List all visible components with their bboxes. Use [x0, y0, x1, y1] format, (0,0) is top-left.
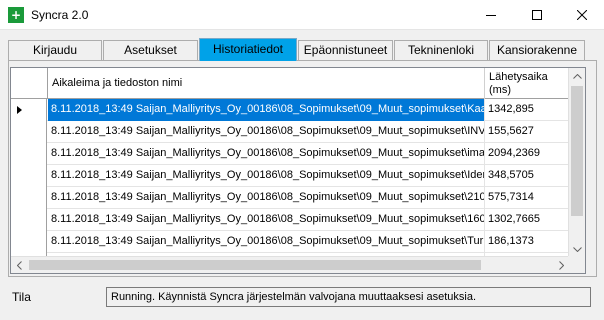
cell-time[interactable]: 1302,7665	[485, 209, 572, 231]
cell-name[interactable]: 8.11.2018_13:49 Saijan_Malliyritys_Oy_00…	[48, 165, 485, 187]
cell-name[interactable]: 8.11.2018_13:49 Saijan_Malliyritys_Oy_00…	[48, 209, 485, 231]
table-row[interactable]: 8.11.2018_13:49 Saijan_Malliyritys_Oy_00…	[11, 187, 585, 209]
chevron-right-icon	[559, 261, 564, 270]
title-bar: + Syncra 2.0	[0, 0, 604, 30]
row-header[interactable]	[11, 165, 47, 187]
history-grid[interactable]: Aikaleima ja tiedoston nimi Lähetysaika …	[10, 67, 586, 274]
tab-historiatiedot[interactable]: Historiatiedot	[199, 38, 297, 61]
table-row[interactable]: 8.11.2018_13:49 Saijan_Malliyritys_Oy_00…	[11, 143, 585, 165]
minimize-button[interactable]	[468, 0, 513, 30]
current-row-arrow-icon	[17, 106, 22, 114]
cell-time[interactable]: 155,5627	[485, 121, 572, 143]
cell-time[interactable]: 348,5705	[485, 165, 572, 187]
tab-kansiorakenne[interactable]: Kansiorakenne	[489, 40, 585, 60]
close-icon	[576, 10, 587, 20]
cell-name[interactable]: 8.11.2018_13:49 Saijan_Malliyritys_Oy_00…	[48, 143, 485, 165]
cell-time[interactable]: 575,7314	[485, 187, 572, 209]
tab-asetukset[interactable]: Asetukset	[103, 40, 198, 60]
chevron-down-icon	[573, 247, 582, 252]
tab-tekninenloki[interactable]: Tekninenloki	[394, 40, 488, 60]
tab-kirjaudu[interactable]: Kirjaudu	[8, 40, 102, 60]
cell-time[interactable]: 2094,2369	[485, 143, 572, 165]
scrollbar-corner	[568, 256, 585, 273]
grid-header: Aikaleima ja tiedoston nimi Lähetysaika …	[11, 68, 585, 99]
close-button[interactable]	[559, 0, 604, 30]
cell-name[interactable]: 8.11.2018_13:49 Saijan_Malliyritys_Oy_00…	[48, 187, 485, 209]
table-row[interactable]: 8.11.2018_13:49 Saijan_Malliyritys_Oy_00…	[11, 231, 585, 253]
app-icon: +	[8, 7, 24, 23]
maximize-icon	[531, 10, 542, 20]
table-row[interactable]: 8.11.2018_13:49 Saijan_Malliyritys_Oy_00…	[11, 121, 585, 143]
scroll-up-button[interactable]	[569, 68, 585, 85]
table-row[interactable]: 8.11.2018_13:49 Saijan_Malliyritys_Oy_00…	[11, 209, 585, 231]
cell-time[interactable]: 1342,895	[485, 99, 572, 121]
row-header-corner	[11, 68, 48, 99]
horizontal-scroll-thumb[interactable]	[29, 260, 481, 270]
chevron-left-icon	[17, 261, 22, 270]
cell-time[interactable]: 186,1373	[485, 231, 572, 253]
row-header[interactable]	[11, 99, 47, 121]
status-label: Tila	[12, 290, 31, 304]
vertical-scroll-thumb[interactable]	[571, 86, 583, 216]
row-header[interactable]	[11, 231, 47, 253]
status-text: Running. Käynnistä Syncra järjestelmän v…	[106, 287, 591, 307]
scroll-left-button[interactable]	[11, 257, 28, 273]
column-header-time[interactable]: Lähetysaika (ms)	[485, 68, 572, 99]
window-title: Syncra 2.0	[31, 8, 89, 22]
tab-epaonnistuneet[interactable]: Epäonnistuneet	[298, 40, 393, 60]
cell-name[interactable]: 8.11.2018_13:49 Saijan_Malliyritys_Oy_00…	[48, 231, 485, 253]
column-header-name[interactable]: Aikaleima ja tiedoston nimi	[48, 68, 485, 99]
vertical-scrollbar[interactable]	[568, 68, 585, 258]
table-row[interactable]: 8.11.2018_13:49 Saijan_Malliyritys_Oy_00…	[11, 99, 585, 121]
chevron-up-icon	[573, 74, 582, 79]
horizontal-scrollbar[interactable]	[11, 256, 570, 273]
cell-name[interactable]: 8.11.2018_13:49 Saijan_Malliyritys_Oy_00…	[48, 99, 485, 121]
minimize-icon	[485, 15, 496, 16]
cell-name[interactable]: 8.11.2018_13:49 Saijan_Malliyritys_Oy_00…	[48, 121, 485, 143]
table-row[interactable]: 8.11.2018_13:49 Saijan_Malliyritys_Oy_00…	[11, 165, 585, 187]
row-header[interactable]	[11, 209, 47, 231]
row-header[interactable]	[11, 143, 47, 165]
row-header[interactable]	[11, 187, 47, 209]
maximize-button[interactable]	[514, 0, 559, 30]
row-header[interactable]	[11, 121, 47, 143]
